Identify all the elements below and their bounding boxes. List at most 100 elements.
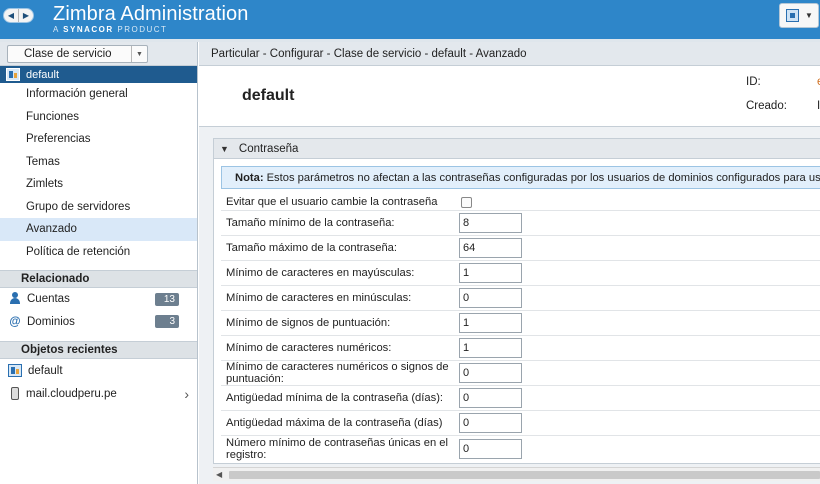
brand-subtitle: A SYNACOR PRODUCT — [53, 25, 249, 34]
field-label: Mínimo de caracteres numéricos: — [226, 342, 392, 354]
content-scroll-area: ▼ Contraseña Nota: Estos parámetros no a… — [199, 127, 820, 484]
user-icon — [786, 9, 799, 22]
group-header[interactable]: ▼ Contraseña — [214, 139, 820, 159]
user-menu-button[interactable]: ▼ — [779, 3, 819, 28]
sidebar-item-label: Temas — [26, 155, 60, 168]
min-length-input[interactable]: 8 — [459, 213, 522, 233]
form-row: Antigüedad mínima de la contraseña (días… — [221, 386, 820, 411]
related-item-label: Cuentas — [27, 293, 70, 306]
cos-icon — [6, 68, 20, 81]
count-badge: 3 — [155, 315, 179, 329]
at-icon: @ — [9, 315, 21, 328]
form-row: Tamaño máximo de la contraseña: 64 — [221, 236, 820, 261]
info-note: Nota: Estos parámetros no afectan a las … — [221, 166, 820, 189]
section-select-label: Clase de servicio — [24, 48, 112, 60]
scroll-left-icon[interactable]: ◀ — [216, 470, 222, 479]
sidebar-item-zimlets[interactable]: Zimlets — [0, 173, 197, 196]
password-form: Evitar que el usuario cambie la contrase… — [221, 194, 820, 461]
created-label: Creado: — [746, 100, 787, 112]
related-item-cuentas[interactable]: Cuentas 13 — [0, 288, 197, 311]
scrollbar-thumb[interactable] — [229, 471, 820, 479]
form-row: Mínimo de caracteres numéricos o signos … — [221, 361, 820, 386]
id-label: ID: — [746, 76, 761, 88]
field-label: Mínimo de caracteres en minúsculas: — [226, 292, 412, 304]
form-row: Mínimo de signos de puntuación: 1 — [221, 311, 820, 336]
sidebar-nav: Información general Funciones Preferenci… — [0, 83, 197, 263]
sidebar-item-label: Información general — [26, 88, 128, 101]
sidebar-item-grupo-servidores[interactable]: Grupo de servidores — [0, 196, 197, 219]
sidebar-root-item[interactable]: default — [0, 66, 197, 83]
min-age-input[interactable]: 0 — [459, 388, 522, 408]
min-punctuation-input[interactable]: 1 — [459, 313, 522, 333]
min-uppercase-input[interactable]: 1 — [459, 263, 522, 283]
form-row: Evitar que el usuario cambie la contrase… — [221, 194, 820, 211]
chevron-down-icon: ▼ — [805, 11, 813, 20]
chevron-right-icon[interactable]: › — [184, 386, 189, 402]
form-row: Mínimo de caracteres en mayúsculas: 1 — [221, 261, 820, 286]
field-label: Tamaño máximo de la contraseña: — [226, 242, 398, 254]
form-row: Número mínimo de contraseñas únicas en e… — [221, 436, 820, 461]
section-select[interactable]: Clase de servicio ▼ — [7, 45, 148, 63]
min-numeric-or-punct-input[interactable]: 0 — [459, 363, 522, 383]
sidebar-item-label: Grupo de servidores — [26, 200, 131, 213]
sidebar-item-label: Avanzado — [26, 223, 77, 236]
field-label: Número mínimo de contraseñas únicas en e… — [226, 436, 448, 461]
field-label: Antigüedad mínima de la contraseña (días… — [226, 392, 444, 404]
sidebar-header: Clase de servicio ▼ — [0, 42, 197, 66]
sidebar-item-temas[interactable]: Temas — [0, 151, 197, 174]
related-item-label: Dominios — [27, 315, 75, 328]
collapse-triangle-icon[interactable]: ▼ — [220, 144, 229, 154]
sidebar-item-label: Política de retención — [26, 245, 131, 258]
recent-item-default[interactable]: default — [0, 359, 197, 382]
count-badge: 13 — [155, 292, 179, 306]
sidebar: Clase de servicio ▼ default Información … — [0, 42, 198, 484]
form-row: Mínimo de caracteres en minúsculas: 0 — [221, 286, 820, 311]
sidebar-root-label: default — [26, 68, 60, 81]
main-panel: Particular - Configurar - Clase de servi… — [199, 42, 820, 484]
form-row: Mínimo de caracteres numéricos: 1 — [221, 336, 820, 361]
page-title: default — [242, 87, 295, 104]
recent-item-label: mail.cloudperu.pe — [26, 387, 117, 400]
sidebar-item-label: Preferencias — [26, 133, 91, 146]
back-arrow-icon[interactable]: ◀ — [4, 9, 19, 22]
history-nav: ◀ ▶ — [3, 8, 34, 23]
form-row: Tamaño mínimo de la contraseña: 8 — [221, 211, 820, 236]
top-bar: ◀ ▶ Zimbra Administration A SYNACOR PROD… — [0, 0, 820, 39]
horizontal-scrollbar[interactable]: ◀ — [213, 467, 820, 481]
min-lowercase-input[interactable]: 0 — [459, 288, 522, 308]
prevent-change-checkbox[interactable] — [461, 196, 472, 208]
note-label: Nota: — [235, 171, 264, 184]
cos-icon — [8, 364, 22, 377]
brand-sub-company: SYNACOR — [63, 25, 114, 34]
sidebar-item-avanzado[interactable]: Avanzado — [0, 218, 197, 241]
recent-item-server[interactable]: mail.cloudperu.pe › — [0, 382, 197, 405]
brand-title: Zimbra Administration — [53, 3, 249, 25]
note-text: Estos parámetros no afectan a las contra… — [266, 171, 820, 184]
user-icon — [8, 291, 22, 307]
brand-sub-suffix: PRODUCT — [117, 25, 168, 34]
breadcrumb: Particular - Configurar - Clase de servi… — [199, 42, 820, 66]
sidebar-item-label: Funciones — [26, 110, 80, 123]
field-label: Mínimo de signos de puntuación: — [226, 317, 391, 329]
brand-sub-prefix: A — [53, 25, 60, 34]
sidebar-item-label: Zimlets — [26, 178, 64, 191]
chevron-down-icon[interactable]: ▼ — [131, 46, 147, 62]
max-length-input[interactable]: 64 — [459, 238, 522, 258]
min-history-input[interactable]: 0 — [459, 438, 522, 459]
server-icon — [11, 387, 19, 400]
password-group: ▼ Contraseña Nota: Estos parámetros no a… — [213, 138, 820, 464]
brand-logo: Zimbra Administration A SYNACOR PRODUCT — [53, 4, 249, 34]
sidebar-item-informacion-general[interactable]: Información general — [0, 83, 197, 106]
sidebar-item-politica-retencion[interactable]: Política de retención — [0, 241, 197, 264]
related-item-dominios[interactable]: @ Dominios 3 — [0, 311, 197, 334]
sidebar-item-preferencias[interactable]: Preferencias — [0, 128, 197, 151]
recent-header: Objetos recientes — [0, 341, 197, 359]
sidebar-item-funciones[interactable]: Funciones — [0, 106, 197, 129]
field-label: Evitar que el usuario cambie la contrase… — [226, 196, 438, 208]
min-numeric-input[interactable]: 1 — [459, 338, 522, 358]
forward-arrow-icon[interactable]: ▶ — [19, 9, 33, 22]
max-age-input[interactable]: 0 — [459, 413, 522, 433]
form-row: Antigüedad máxima de la contraseña (días… — [221, 411, 820, 436]
field-label: Mínimo de caracteres numéricos o signos … — [226, 361, 449, 385]
